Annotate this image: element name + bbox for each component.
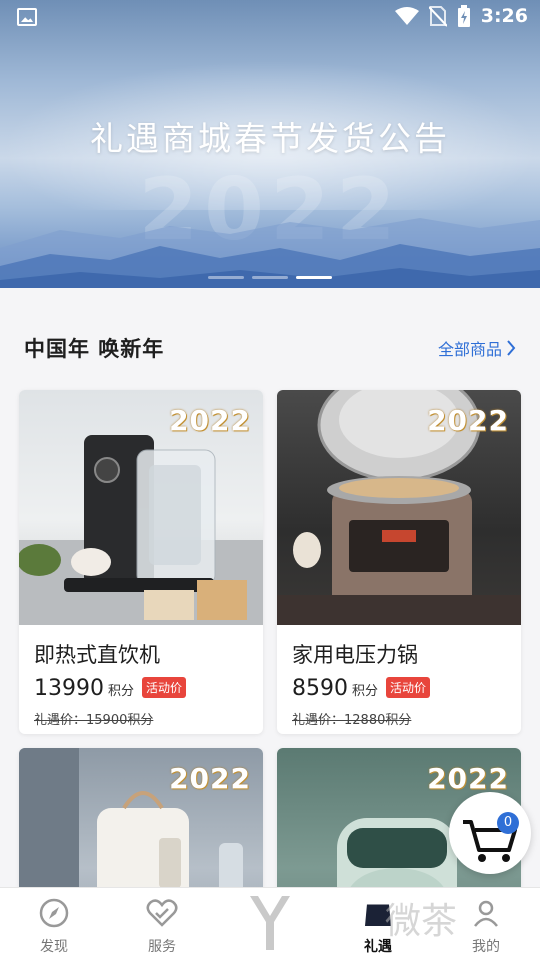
user-icon — [474, 900, 498, 927]
section-title: 中国年 唤新年 — [24, 337, 165, 361]
battery-charging-icon — [457, 5, 470, 27]
cart-count-badge: 0 — [497, 812, 519, 834]
banner-carousel[interactable]: 2022 礼遇商城春节发货公告 — [0, 0, 540, 288]
product-price: 8590 — [292, 676, 348, 701]
bottom-navigation: 发现 服务 礼遇 我的 微茶 — [0, 887, 540, 960]
cart-button[interactable]: 0 — [449, 792, 531, 874]
nav-label: 我的 — [472, 939, 500, 955]
original-price: 礼遇价：15900积分 — [34, 713, 154, 728]
original-price: 礼遇价：12880积分 — [292, 713, 412, 728]
banner-dot[interactable] — [208, 276, 244, 279]
heart-icon — [146, 899, 178, 927]
product-image: 2022 — [19, 390, 263, 625]
status-bar: 3:26 — [0, 0, 540, 36]
banner-mountains — [0, 218, 540, 288]
price-unit: 积分 — [352, 684, 379, 699]
year-badge: 2022 — [169, 762, 251, 795]
price-unit: 积分 — [108, 684, 135, 699]
product-card[interactable]: 2022 即热式直饮机 13990 积分 活动价 礼遇价：15900积分 — [19, 390, 263, 734]
banner-pagination — [208, 276, 332, 279]
promo-tag: 活动价 — [386, 677, 431, 698]
cart-icon — [463, 820, 517, 862]
chevron-right-icon — [507, 340, 516, 356]
wifi-icon — [394, 7, 419, 25]
product-image: 2022 — [277, 390, 521, 625]
nav-item-profile[interactable]: 我的 — [446, 898, 526, 956]
banner-dot[interactable] — [252, 276, 288, 279]
product-name: 即热式直饮机 — [34, 643, 160, 667]
year-badge: 2022 — [427, 762, 509, 795]
product-price: 13990 — [34, 676, 104, 701]
banner-headline: 礼遇商城春节发货公告 — [90, 119, 450, 158]
image-notification-icon — [17, 8, 37, 26]
promo-tag: 活动价 — [142, 677, 187, 698]
nav-item-home[interactable] — [230, 894, 310, 956]
nav-item-discover[interactable]: 发现 — [14, 898, 94, 956]
no-sim-icon — [428, 6, 447, 27]
nav-item-service[interactable]: 服务 — [122, 898, 202, 956]
nav-label: 服务 — [148, 939, 176, 955]
year-badge: 2022 — [427, 404, 509, 437]
status-time: 3:26 — [480, 5, 528, 27]
price-row: 13990 积分 活动价 — [34, 676, 187, 701]
all-products-label: 全部商品 — [437, 340, 502, 359]
watermark-logo: 微茶 — [385, 901, 458, 942]
compass-icon — [39, 898, 69, 928]
nav-label: 发现 — [40, 939, 68, 955]
year-badge: 2022 — [169, 404, 251, 437]
all-products-link[interactable]: 全部商品 — [438, 336, 516, 360]
price-row: 8590 积分 活动价 — [292, 676, 431, 701]
brand-logo-icon — [250, 896, 290, 950]
product-name: 家用电压力锅 — [292, 643, 418, 667]
banner-dot-active[interactable] — [296, 276, 332, 279]
product-card[interactable]: 2022 家用电压力锅 8590 积分 活动价 礼遇价：12880积分 — [277, 390, 521, 734]
